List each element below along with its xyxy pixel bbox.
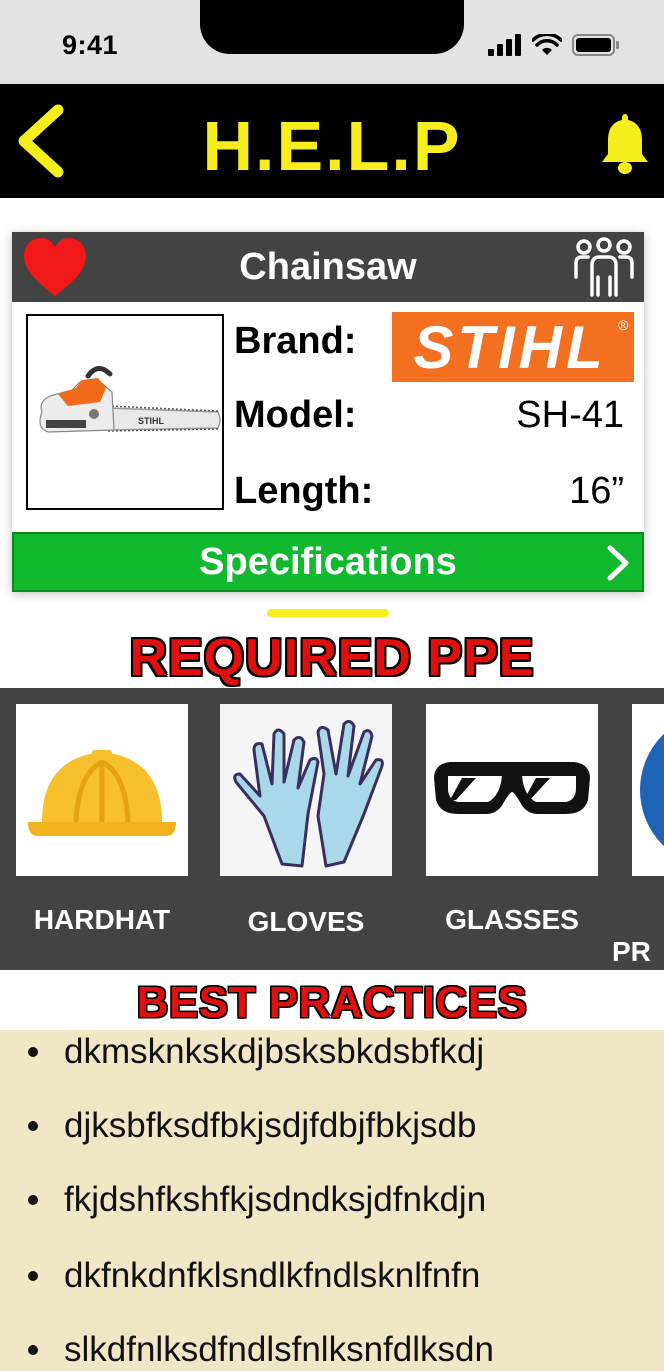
gloves-icon [233, 719, 384, 868]
required-ppe-title: REQUIRED PPE [129, 629, 535, 687]
glasses-icon [434, 762, 590, 814]
best-practices-title: BEST PRACTICES [136, 978, 528, 1027]
best-practice-item: dkfnkdnfklsndlkfndlsknlfnfn [28, 1256, 480, 1296]
ppe-item-partial[interactable]: PR [612, 704, 664, 967]
battery-icon [572, 34, 619, 56]
status-icons [488, 34, 620, 56]
ppe-image-gloves [220, 704, 392, 876]
status-bar: 9:41 [0, 0, 664, 84]
best-practice-item: slkdfnlksdfndlsfnlksnfdlksdn [28, 1330, 494, 1370]
chainsaw-image: STIHL [26, 314, 224, 510]
bullet-icon [28, 1121, 38, 1131]
ppe-item-glasses[interactable]: GLASSES [426, 704, 598, 935]
notification-bell-icon[interactable] [600, 110, 650, 176]
device-notch [200, 0, 464, 54]
chainsaw-illustration: STIHL [39, 366, 221, 433]
ppe-item-gloves[interactable]: GLOVES [220, 704, 392, 937]
ppe-item-hardhat[interactable]: HARDHAT [16, 704, 188, 935]
best-practice-text: dkmsknkskdjbsksbkdsbfkdj [64, 1032, 485, 1071]
model-value: SH-41 [516, 394, 624, 436]
ppe-label-partial: PR [612, 936, 651, 967]
team-users-icon[interactable] [572, 237, 636, 299]
chainsaw-bar-text: STIHL [138, 416, 165, 426]
brand-logo-registered: ® [618, 317, 629, 333]
length-value: 16” [569, 470, 624, 512]
best-practice-item: fkjdshfkshfkjsdndksjdfnkdjn [28, 1180, 486, 1220]
brand-logo-text: STIHL [413, 314, 606, 381]
hardhat-icon [28, 750, 176, 836]
ppe-image-glasses [426, 704, 598, 876]
best-practice-item: djksbfksdfbkjsdjfdbjfbkjsdb [28, 1106, 476, 1146]
status-time: 9:41 [62, 30, 119, 60]
best-practice-text: slkdfnlksdfndlsfnlksnfdlksdn [64, 1330, 494, 1369]
best-practice-text: dkfnkdnfklsndlkfndlsknlfnfn [64, 1256, 481, 1295]
tool-name: Chainsaw [239, 246, 417, 288]
best-practice-item: dkmsknkskdjbsksbkdsbfkdj [28, 1032, 484, 1072]
bullet-icon [28, 1047, 38, 1057]
ppe-image-hardhat [16, 704, 188, 876]
specifications-label: Specifications [199, 541, 457, 583]
best-practice-text: djksbfksdfbkjsdjfdbjfbkjsdb [64, 1106, 477, 1145]
tool-card-header: Chainsaw [12, 232, 644, 302]
partial-blue-icon [640, 733, 664, 847]
bullet-icon [28, 1271, 38, 1281]
cellular-signal-icon [488, 34, 521, 56]
bullet-icon [28, 1195, 38, 1205]
model-label: Model: [234, 394, 357, 436]
ppe-image-partial [632, 704, 664, 876]
ppe-carousel[interactable]: HARDHAT GLOVES GLASSES PR [0, 688, 664, 970]
bullet-icon [28, 1345, 38, 1355]
app-title: H.E.L.P [202, 107, 462, 185]
ppe-label-glasses: GLASSES [445, 904, 579, 935]
tool-card: Chainsaw STIHL Brand: STIHL ® Model: SH-… [12, 232, 644, 592]
wifi-icon [532, 34, 562, 55]
drag-handle[interactable] [267, 609, 389, 617]
chevron-right-icon [607, 545, 629, 581]
length-label: Length: [234, 470, 374, 512]
brand-label: Brand: [234, 320, 357, 362]
specifications-button[interactable]: Specifications [12, 532, 644, 592]
app-header: H.E.L.P [0, 84, 664, 198]
best-practices-list: dkmsknkskdjbsksbkdsbfkdj djksbfksdfbkjsd… [0, 1030, 664, 1371]
brand-logo-stihl: STIHL ® [392, 312, 634, 382]
best-practice-text: fkjdshfkshfkjsdndksjdfnkdjn [64, 1180, 487, 1219]
ppe-label-hardhat: HARDHAT [33, 904, 171, 935]
ppe-label-gloves: GLOVES [247, 906, 365, 937]
